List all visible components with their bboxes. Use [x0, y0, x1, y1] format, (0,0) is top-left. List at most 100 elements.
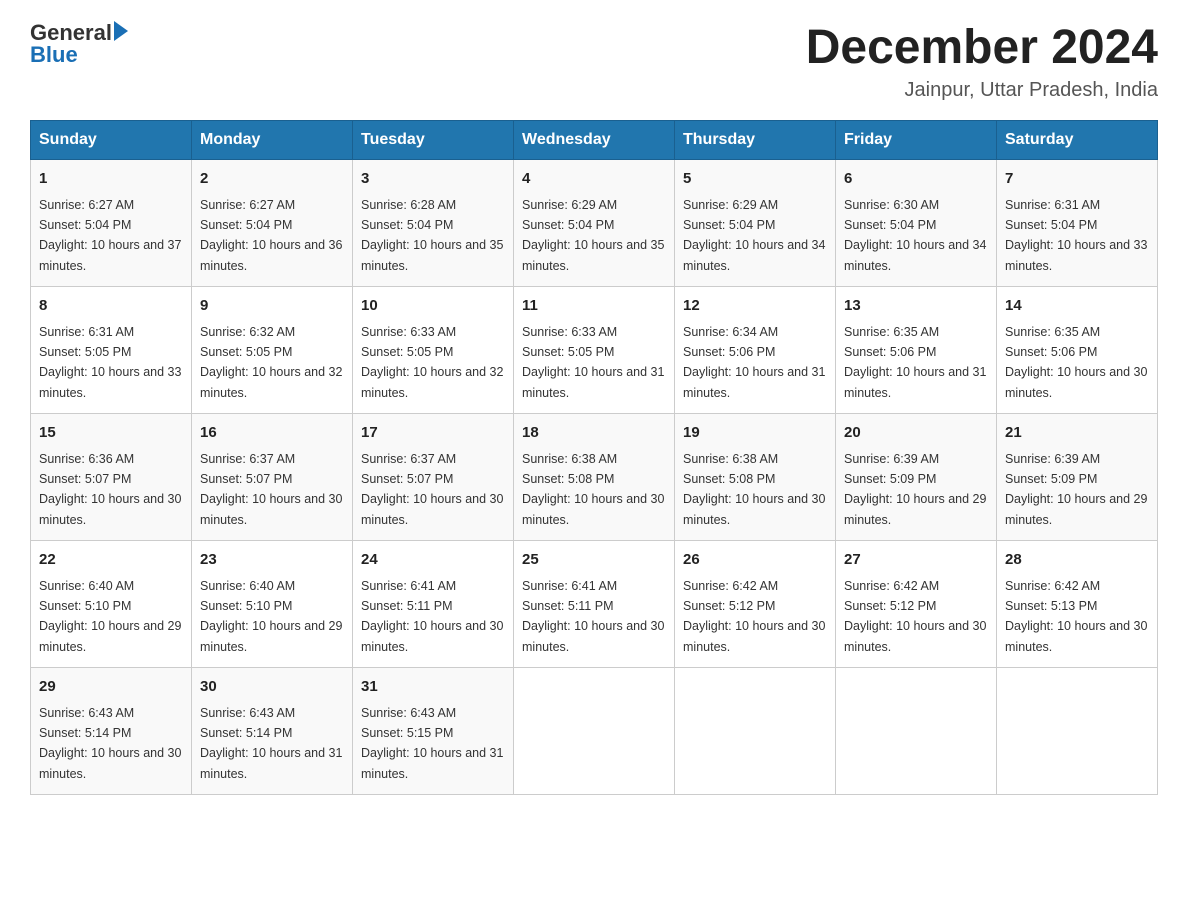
table-row: 26 Sunrise: 6:42 AMSunset: 5:12 PMDayligh… — [675, 541, 836, 668]
table-row: 3 Sunrise: 6:28 AMSunset: 5:04 PMDaylight… — [353, 160, 514, 287]
table-row: 6Sunrise: 6:30 AMSunset: 5:04 PMDaylight… — [836, 160, 997, 287]
day-number: 26 — [683, 549, 827, 572]
col-saturday: Saturday — [997, 121, 1158, 160]
month-title: December 2024 — [806, 20, 1158, 75]
calendar-table: Sunday Monday Tuesday Wednesday Thursday… — [30, 120, 1158, 795]
table-row: 25 Sunrise: 6:41 AMSunset: 5:11 PMDayligh… — [514, 541, 675, 668]
day-info: Sunrise: 6:31 AMSunset: 5:05 PMDaylight:… — [39, 325, 181, 400]
day-number: 27 — [844, 549, 988, 572]
day-number: 2 — [200, 168, 344, 191]
day-number: 9 — [200, 295, 344, 318]
day-info: Sunrise: 6:41 AMSunset: 5:11 PMDaylight:… — [361, 579, 503, 654]
table-row: 1Sunrise: 6:27 AMSunset: 5:04 PMDaylight… — [31, 160, 192, 287]
day-number: 28 — [1005, 549, 1149, 572]
day-info: Sunrise: 6:40 AMSunset: 5:10 PMDaylight:… — [39, 579, 181, 654]
day-number: 18 — [522, 422, 666, 445]
table-row — [514, 668, 675, 795]
day-number: 11 — [522, 295, 666, 318]
col-wednesday: Wednesday — [514, 121, 675, 160]
table-row: 15 Sunrise: 6:36 AMSunset: 5:07 PMDayligh… — [31, 414, 192, 541]
day-info: Sunrise: 6:41 AMSunset: 5:11 PMDaylight:… — [522, 579, 664, 654]
day-number: 23 — [200, 549, 344, 572]
day-info: Sunrise: 6:33 AMSunset: 5:05 PMDaylight:… — [361, 325, 503, 400]
day-info: Sunrise: 6:42 AMSunset: 5:12 PMDaylight:… — [683, 579, 825, 654]
table-row: 5Sunrise: 6:29 AMSunset: 5:04 PMDaylight… — [675, 160, 836, 287]
day-info: Sunrise: 6:28 AMSunset: 5:04 PMDaylight:… — [361, 198, 503, 273]
table-row: 29Sunrise: 6:43 AMSunset: 5:14 PMDayligh… — [31, 668, 192, 795]
logo-arrow-icon — [114, 21, 128, 41]
day-number: 6 — [844, 168, 988, 191]
table-row: 17 Sunrise: 6:37 AMSunset: 5:07 PMDayligh… — [353, 414, 514, 541]
calendar-week-4: 22 Sunrise: 6:40 AMSunset: 5:10 PMDayligh… — [31, 541, 1158, 668]
day-info: Sunrise: 6:32 AMSunset: 5:05 PMDaylight:… — [200, 325, 342, 400]
table-row: 14 Sunrise: 6:35 AMSunset: 5:06 PMDayligh… — [997, 287, 1158, 414]
table-row: 20 Sunrise: 6:39 AMSunset: 5:09 PMDayligh… — [836, 414, 997, 541]
table-row: 24 Sunrise: 6:41 AMSunset: 5:11 PMDayligh… — [353, 541, 514, 668]
day-info: Sunrise: 6:43 AMSunset: 5:15 PMDaylight:… — [361, 706, 503, 781]
day-info: Sunrise: 6:38 AMSunset: 5:08 PMDaylight:… — [522, 452, 664, 527]
day-info: Sunrise: 6:35 AMSunset: 5:06 PMDaylight:… — [844, 325, 986, 400]
table-row: 16 Sunrise: 6:37 AMSunset: 5:07 PMDayligh… — [192, 414, 353, 541]
day-info: Sunrise: 6:39 AMSunset: 5:09 PMDaylight:… — [1005, 452, 1147, 527]
day-info: Sunrise: 6:42 AMSunset: 5:12 PMDaylight:… — [844, 579, 986, 654]
table-row: 23 Sunrise: 6:40 AMSunset: 5:10 PMDayligh… — [192, 541, 353, 668]
day-info: Sunrise: 6:34 AMSunset: 5:06 PMDaylight:… — [683, 325, 825, 400]
logo-combined: General Blue — [30, 20, 128, 68]
day-number: 13 — [844, 295, 988, 318]
table-row: 9 Sunrise: 6:32 AMSunset: 5:05 PMDaylight… — [192, 287, 353, 414]
table-row: 28Sunrise: 6:42 AMSunset: 5:13 PMDayligh… — [997, 541, 1158, 668]
day-info: Sunrise: 6:36 AMSunset: 5:07 PMDaylight:… — [39, 452, 181, 527]
day-info: Sunrise: 6:29 AMSunset: 5:04 PMDaylight:… — [522, 198, 664, 273]
day-number: 31 — [361, 676, 505, 699]
day-info: Sunrise: 6:37 AMSunset: 5:07 PMDaylight:… — [361, 452, 503, 527]
day-info: Sunrise: 6:31 AMSunset: 5:04 PMDaylight:… — [1005, 198, 1147, 273]
table-row: 18 Sunrise: 6:38 AMSunset: 5:08 PMDayligh… — [514, 414, 675, 541]
day-number: 15 — [39, 422, 183, 445]
table-row: 7 Sunrise: 6:31 AMSunset: 5:04 PMDaylight… — [997, 160, 1158, 287]
table-row: 19Sunrise: 6:38 AMSunset: 5:08 PMDayligh… — [675, 414, 836, 541]
day-number: 20 — [844, 422, 988, 445]
table-row: 27 Sunrise: 6:42 AMSunset: 5:12 PMDayligh… — [836, 541, 997, 668]
table-row: 12 Sunrise: 6:34 AMSunset: 5:06 PMDayligh… — [675, 287, 836, 414]
logo: General Blue — [30, 20, 128, 68]
day-number: 21 — [1005, 422, 1149, 445]
table-row: 13 Sunrise: 6:35 AMSunset: 5:06 PMDayligh… — [836, 287, 997, 414]
day-number: 22 — [39, 549, 183, 572]
day-number: 17 — [361, 422, 505, 445]
day-number: 24 — [361, 549, 505, 572]
day-info: Sunrise: 6:37 AMSunset: 5:07 PMDaylight:… — [200, 452, 342, 527]
logo-blue-text: Blue — [30, 42, 78, 68]
day-number: 7 — [1005, 168, 1149, 191]
day-info: Sunrise: 6:39 AMSunset: 5:09 PMDaylight:… — [844, 452, 986, 527]
day-info: Sunrise: 6:40 AMSunset: 5:10 PMDaylight:… — [200, 579, 342, 654]
day-info: Sunrise: 6:43 AMSunset: 5:14 PMDaylight:… — [200, 706, 342, 781]
day-info: Sunrise: 6:29 AMSunset: 5:04 PMDaylight:… — [683, 198, 825, 273]
day-info: Sunrise: 6:27 AMSunset: 5:04 PMDaylight:… — [200, 198, 342, 273]
table-row: 21 Sunrise: 6:39 AMSunset: 5:09 PMDayligh… — [997, 414, 1158, 541]
calendar-week-2: 8 Sunrise: 6:31 AMSunset: 5:05 PMDaylight… — [31, 287, 1158, 414]
col-sunday: Sunday — [31, 121, 192, 160]
calendar-week-1: 1Sunrise: 6:27 AMSunset: 5:04 PMDaylight… — [31, 160, 1158, 287]
calendar-week-5: 29 Sunrise: 6:43 AMSunset: 5:14 PMDayligh… — [31, 668, 1158, 795]
page-header: General Blue December 2024 Jainpur, Utta… — [30, 20, 1158, 102]
day-number: 29 — [39, 676, 183, 699]
table-row: 8 Sunrise: 6:31 AMSunset: 5:05 PMDaylight… — [31, 287, 192, 414]
day-number: 3 — [361, 168, 505, 191]
day-number: 25 — [522, 549, 666, 572]
table-row — [675, 668, 836, 795]
title-section: December 2024 Jainpur, Uttar Pradesh, In… — [806, 20, 1158, 102]
day-info: Sunrise: 6:35 AMSunset: 5:06 PMDaylight:… — [1005, 325, 1147, 400]
calendar-header-row: Sunday Monday Tuesday Wednesday Thursday… — [31, 121, 1158, 160]
day-number: 12 — [683, 295, 827, 318]
day-number: 4 — [522, 168, 666, 191]
day-info: Sunrise: 6:27 AMSunset: 5:04 PMDaylight:… — [39, 198, 181, 273]
day-number: 16 — [200, 422, 344, 445]
day-info: Sunrise: 6:33 AMSunset: 5:05 PMDaylight:… — [522, 325, 664, 400]
table-row: 30Sunrise: 6:43 AMSunset: 5:14 PMDayligh… — [192, 668, 353, 795]
table-row: 11 Sunrise: 6:33 AMSunset: 5:05 PMDayligh… — [514, 287, 675, 414]
table-row: 4 Sunrise: 6:29 AMSunset: 5:04 PMDaylight… — [514, 160, 675, 287]
col-monday: Monday — [192, 121, 353, 160]
day-number: 14 — [1005, 295, 1149, 318]
table-row — [997, 668, 1158, 795]
day-number: 8 — [39, 295, 183, 318]
